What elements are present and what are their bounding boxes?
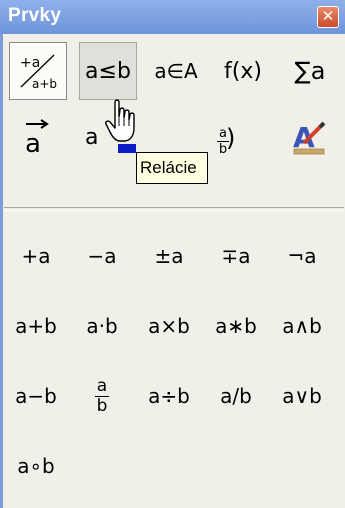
hand-cursor-icon (105, 99, 135, 142)
vector-arrow-icon: a (25, 119, 49, 159)
operators-label: ∑a (294, 57, 326, 85)
svg-text:+a: +a (20, 55, 40, 71)
window-edge (0, 34, 3, 508)
svg-text:a+b: a+b (32, 77, 57, 91)
relations-label: a≤b (85, 58, 131, 84)
set-operations-label: a∈A (154, 59, 198, 83)
symbol-fraction-button[interactable]: a b (73, 370, 131, 422)
window-title: Prvky (8, 5, 62, 26)
tooltip: Relácie (136, 152, 208, 184)
others-label: a (85, 124, 99, 150)
category-formats-button[interactable]: A (281, 108, 339, 166)
symbol-subtraction-button[interactable]: a−b (7, 370, 65, 422)
symbol-plus-minus-button[interactable]: ±a (140, 230, 198, 282)
elements-window: Prvky ✕ +a a+b a≤b a∈A f(x) ∑a a a) A a… (0, 0, 345, 508)
symbol-asterisk-button[interactable]: a∗b (207, 300, 265, 352)
category-attributes-button[interactable]: a (9, 108, 67, 166)
format-letter-icon: A (293, 121, 326, 155)
brackets-fraction: a b (217, 125, 229, 157)
close-icon: ✕ (321, 7, 335, 25)
symbol-slash-button[interactable]: a/b (207, 370, 265, 422)
symbol-and-button[interactable]: a∧b (273, 300, 331, 352)
symbol-addition-button[interactable]: a+b (7, 300, 65, 352)
symbol-grid: +a −a ±a ∓a ¬a a+b a·b a×b a∗b a∧b a−b a… (5, 212, 342, 502)
symbol-or-button[interactable]: a∨b (273, 370, 331, 422)
symbol-unary-minus-button[interactable]: −a (73, 230, 131, 282)
symbol-division-button[interactable]: a÷b (140, 370, 198, 422)
category-operators-button[interactable]: ∑a (281, 42, 339, 100)
symbol-cross-product-button[interactable]: a×b (140, 300, 198, 352)
symbol-concatenate-button[interactable]: a∘b (7, 440, 65, 492)
symbol-minus-plus-button[interactable]: ∓a (207, 230, 265, 282)
functions-label: f(x) (224, 58, 262, 84)
symbol-not-button[interactable]: ¬a (273, 230, 331, 282)
title-bar[interactable]: Prvky ✕ (0, 0, 345, 34)
category-set-operations-button[interactable]: a∈A (147, 42, 205, 100)
unary-binary-icon: +a a+b (20, 54, 57, 91)
category-unary-binary-button[interactable]: +a a+b (9, 42, 67, 100)
fraction-label: a b (94, 375, 110, 416)
symbol-unary-plus-button[interactable]: +a (7, 230, 65, 282)
panel-separator (4, 207, 344, 211)
svg-text:a: a (25, 129, 41, 159)
close-button[interactable]: ✕ (317, 6, 339, 28)
symbol-dot-product-button[interactable]: a·b (73, 300, 131, 352)
category-relations-button[interactable]: a≤b (79, 42, 137, 100)
category-functions-button[interactable]: f(x) (214, 42, 272, 100)
